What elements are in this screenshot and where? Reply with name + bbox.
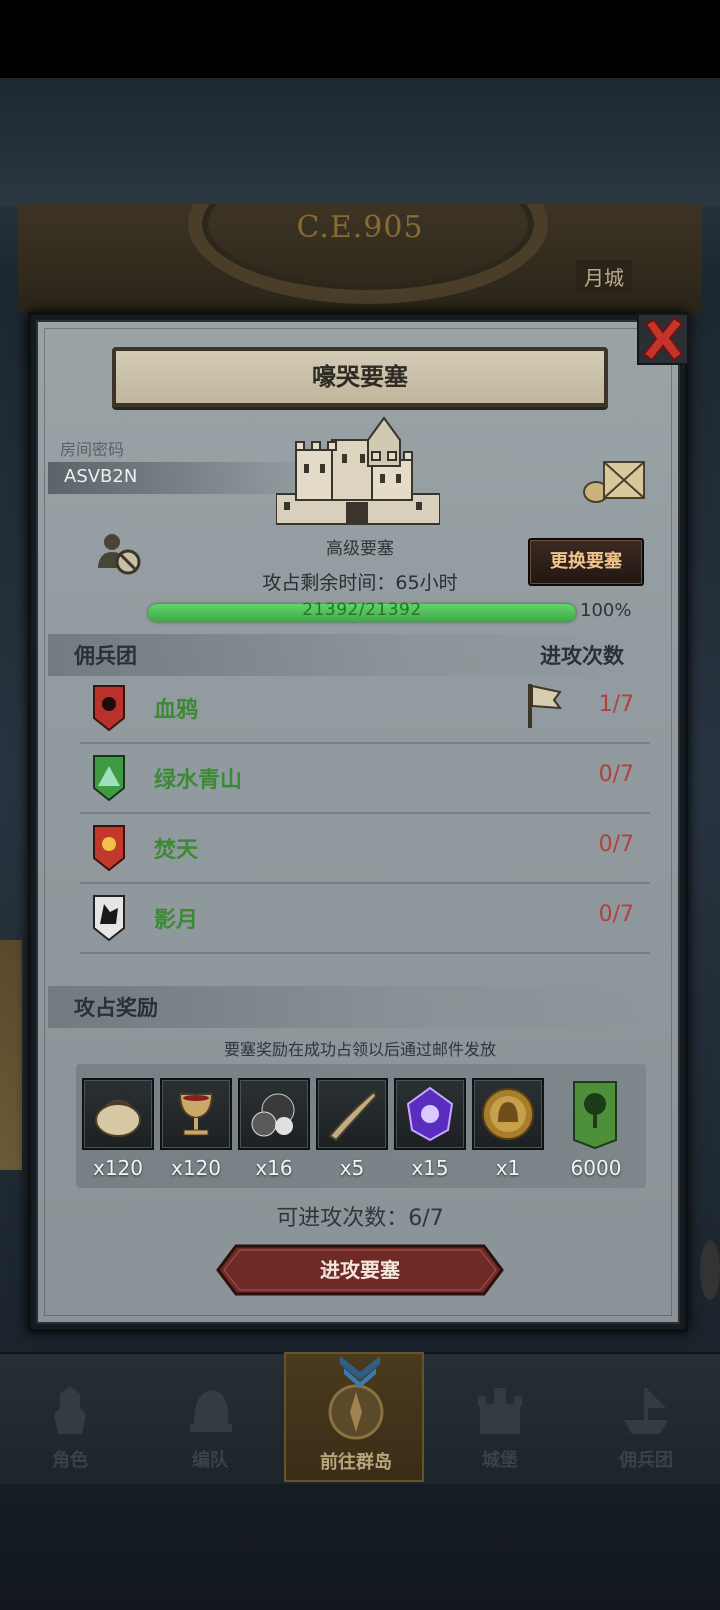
mercenary-attack-count: 1/7 (598, 692, 634, 717)
room-code-label: 房间密码 (60, 440, 125, 459)
reward-slot (316, 1078, 388, 1150)
nav-label: 角色 (52, 1450, 88, 1471)
mercenary-name: 血鸦 (154, 698, 199, 723)
mercenary-attack-count: 0/7 (598, 762, 634, 787)
crow-shield-icon (93, 685, 125, 732)
top-band (0, 78, 720, 206)
chevron-down-icon (340, 1356, 380, 1388)
mercenary-header: 佣兵团 (74, 644, 137, 668)
row-divider (80, 882, 650, 884)
mountain-shield-icon (93, 755, 125, 802)
mercenary-row[interactable]: 影月 0/7 (80, 886, 650, 954)
reward-item[interactable]: x120 (160, 1078, 232, 1186)
goblet-icon (178, 1093, 214, 1136)
row-divider (80, 812, 650, 814)
reward-slot (394, 1078, 466, 1150)
reward-slot (82, 1078, 154, 1150)
purple-crystal-icon (406, 1086, 454, 1142)
world-scene: C.E.905 月城 (18, 204, 702, 314)
reward-item[interactable]: x120 (82, 1078, 154, 1186)
reward-quantity: x1 (495, 1156, 521, 1180)
no-visitors-icon[interactable] (96, 530, 142, 576)
helmet-icon (190, 1390, 232, 1432)
mercenary-name: 影月 (154, 908, 199, 933)
right-edge-decoration (700, 1240, 720, 1300)
row-divider (80, 952, 650, 954)
left-edge-decoration (0, 940, 22, 1170)
dialog-title: 嚎哭要塞 (312, 363, 408, 391)
fortress-castle-icon (276, 416, 440, 525)
reward-note: 要塞奖励在成功占领以后通过邮件发放 (223, 1040, 496, 1059)
reward-slot (160, 1078, 232, 1150)
nav-item-formation[interactable]: 编队 (140, 1352, 280, 1482)
city-label: 月城 (576, 260, 632, 293)
time-remaining: 攻占剩余时间：65小时 (262, 572, 458, 594)
ship-icon (624, 1388, 668, 1434)
attack-fortress-label: 进攻要塞 (320, 1258, 400, 1282)
reward-item[interactable]: 6000 (560, 1078, 632, 1186)
reward-quantity: 6000 (570, 1156, 622, 1180)
mercenary-row[interactable]: 焚天 0/7 (80, 816, 650, 884)
reward-item[interactable]: x16 (238, 1078, 310, 1186)
row-divider (80, 742, 650, 744)
mercenary-attack-count: 0/7 (598, 902, 634, 927)
reward-item[interactable]: x5 (316, 1078, 388, 1186)
nav-label: 编队 (192, 1450, 228, 1471)
nav-item-castle[interactable]: 城堡 (430, 1352, 570, 1482)
knight-icon (54, 1386, 86, 1434)
attack-count-header: 进攻次数 (540, 644, 624, 668)
room-code-value: ASVB2N (64, 466, 138, 487)
hp-value: 21392/21392 (302, 600, 422, 620)
horn-icon (328, 1090, 378, 1142)
nav-item-character[interactable]: 角色 (0, 1352, 140, 1482)
fortress-grade: 高级要塞 (326, 539, 394, 559)
status-bar (0, 0, 720, 78)
close-icon[interactable] (636, 312, 690, 366)
wolf-shield-icon (93, 895, 125, 942)
nav-label: 佣兵团 (619, 1450, 673, 1471)
reward-item[interactable]: x15 (394, 1078, 466, 1186)
pouch-icon (95, 1099, 141, 1137)
reward-item[interactable]: x1 (472, 1078, 544, 1186)
castle-icon (478, 1388, 522, 1434)
ore-icon (251, 1093, 295, 1137)
hp-percent: 100% (580, 600, 632, 621)
reward-slot (238, 1078, 310, 1150)
reward-header: 攻占奖励 (74, 996, 158, 1020)
nav-label: 前往群岛 (320, 1452, 392, 1473)
mercenary-name: 绿水青山 (154, 768, 243, 793)
tree-banner-icon (573, 1081, 617, 1150)
mercenary-row[interactable]: 血鸦 1/7 (80, 676, 650, 744)
mercenary-attack-count: 0/7 (598, 832, 634, 857)
supply-crate-icon[interactable] (582, 454, 648, 504)
helmet-medal-icon (482, 1088, 534, 1140)
era-label: C.E.905 (296, 210, 424, 245)
remaining-attacks: 可进攻次数：6/7 (276, 1206, 444, 1231)
sun-shield-icon (93, 825, 125, 872)
flag-icon (528, 684, 562, 728)
nav-item-mercenaries[interactable]: 佣兵团 (576, 1352, 716, 1482)
mercenary-row[interactable]: 绿水青山 0/7 (80, 746, 650, 814)
reward-slot (472, 1078, 544, 1150)
mercenary-name: 焚天 (154, 838, 199, 863)
nav-label: 城堡 (482, 1450, 518, 1471)
